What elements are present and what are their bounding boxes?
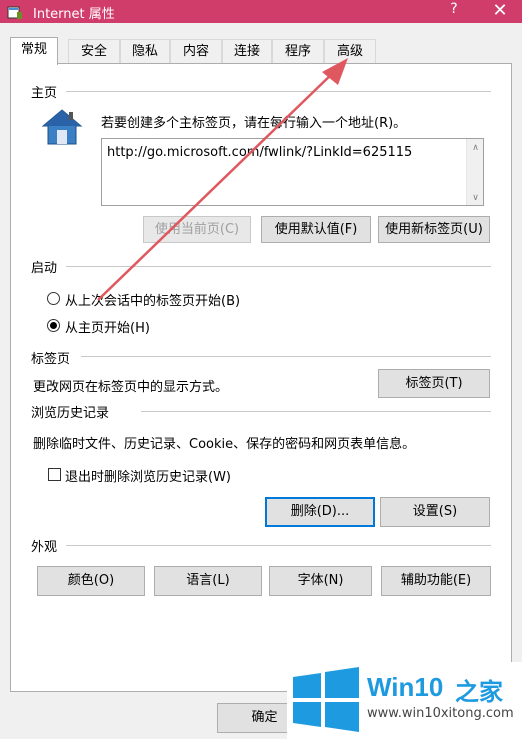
history-settings-button[interactable]: 设置(S) — [380, 497, 490, 527]
help-button[interactable]: ? — [445, 1, 463, 17]
tabs-description: 更改网页在标签页中的显示方式。 — [33, 380, 229, 395]
use-current-button[interactable]: 使用当前页(C) — [143, 216, 251, 243]
delete-on-exit-checkbox[interactable] — [48, 468, 61, 481]
startup-last-session-radio[interactable] — [47, 292, 60, 305]
tab-security[interactable]: 安全 — [68, 39, 120, 64]
close-button[interactable]: ✕ — [488, 0, 512, 21]
use-new-tab-button[interactable]: 使用新标签页(U) — [378, 216, 490, 243]
accessibility-button[interactable]: 辅助功能(E) — [381, 566, 491, 596]
startup-divider — [66, 266, 491, 267]
history-description: 删除临时文件、历史记录、Cookie、保存的密码和网页表单信息。 — [33, 437, 416, 452]
watermark-brand-suffix: 之家 — [455, 678, 503, 706]
tab-connections[interactable]: 连接 — [222, 39, 272, 64]
colors-button[interactable]: 颜色(O) — [37, 566, 145, 596]
tabs-settings-button[interactable]: 标签页(T) — [378, 369, 490, 398]
watermark-url: www.win10xitong.com — [367, 706, 514, 721]
watermark: Win10 之家 www.win10xitong.com — [287, 662, 522, 739]
use-default-button[interactable]: 使用默认值(F) — [261, 216, 371, 243]
tabs-section-title: 标签页 — [31, 352, 71, 367]
homepage-url-text: http://go.microsoft.com/fwlink/?LinkId=6… — [107, 145, 413, 160]
delete-history-button[interactable]: 删除(D)... — [265, 497, 375, 527]
scroll-up-icon[interactable]: ∧ — [467, 143, 484, 153]
delete-on-exit-label[interactable]: 退出时删除浏览历史记录(W) — [65, 466, 231, 485]
windows-logo-icon — [293, 667, 359, 732]
homepage-url-field[interactable]: http://go.microsoft.com/fwlink/?LinkId=6… — [101, 138, 484, 206]
languages-button[interactable]: 语言(L) — [154, 566, 262, 596]
startup-last-session-label[interactable]: 从上次会话中的标签页开始(B) — [65, 290, 240, 309]
homepage-section-title: 主页 — [31, 86, 58, 101]
tab-privacy[interactable]: 隐私 — [120, 39, 170, 64]
home-icon — [41, 109, 83, 145]
appearance-divider — [66, 545, 491, 546]
startup-home-label[interactable]: 从主页开始(H) — [65, 317, 150, 336]
tab-content[interactable]: 内容 — [170, 39, 222, 64]
internet-options-icon — [7, 6, 22, 19]
url-field-scrollbar[interactable]: ∧ ∨ — [466, 139, 483, 205]
window-title: Internet 属性 — [33, 7, 115, 22]
general-panel: 主页 若要创建多个主标签页，请在每行输入一个地址(R)。 http://go.m… — [10, 63, 512, 692]
homepage-instruction: 若要创建多个主标签页，请在每行输入一个地址(R)。 — [101, 116, 407, 131]
tab-advanced[interactable]: 高级 — [324, 39, 376, 64]
scroll-down-icon[interactable]: ∨ — [467, 193, 484, 203]
watermark-brand-win: Win10 — [367, 672, 444, 702]
history-divider — [141, 411, 491, 412]
tab-general[interactable]: 常规 — [10, 37, 58, 65]
fonts-button[interactable]: 字体(N) — [269, 566, 372, 596]
tabs-divider — [81, 356, 491, 357]
homepage-divider — [66, 91, 491, 92]
appearance-section-title: 外观 — [31, 540, 58, 555]
tab-programs[interactable]: 程序 — [272, 39, 324, 64]
history-section-title: 浏览历史记录 — [31, 406, 110, 421]
title-bar: Internet 属性 ? ✕ — [0, 0, 522, 23]
startup-home-radio[interactable] — [47, 319, 60, 332]
startup-section-title: 启动 — [31, 261, 58, 276]
